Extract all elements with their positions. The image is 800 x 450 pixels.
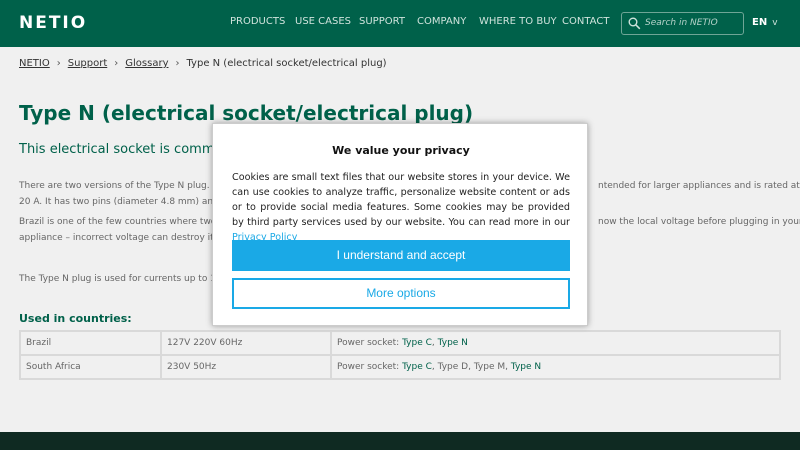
breadcrumb-current: Type N (electrical socket/electrical plu… (186, 58, 387, 69)
breadcrumb-support[interactable]: Support (68, 58, 108, 69)
language-label: EN (752, 17, 768, 28)
paragraph-text: appliance – incorrect voltage can destro… (19, 233, 228, 243)
socket-prefix: Power socket: (337, 338, 403, 348)
paragraph-text: There are two versions of the Type N plu… (19, 181, 226, 191)
type-link[interactable]: Type N (511, 362, 541, 372)
nav-support[interactable]: SUPPORT (359, 16, 405, 27)
accept-button[interactable]: I understand and accept (232, 240, 570, 271)
modal-text: Cookies are small text files that our we… (232, 170, 570, 245)
site-header: NETIO PRODUCTS USE CASES SUPPORT COMPANY… (0, 0, 800, 47)
chevron-down-icon: v (772, 18, 778, 28)
breadcrumb: NETIO › Support › Glossary › Type N (ele… (19, 58, 387, 69)
socket-cell: Power socket: Type C, Type D, Type M, Ty… (330, 354, 781, 380)
country-cell: Brazil (19, 330, 162, 356)
modal-title: We value your privacy (332, 144, 470, 157)
type-sep: , Type D, Type M, (431, 362, 511, 372)
chevron-right-icon: › (175, 58, 180, 69)
nav-contact[interactable]: CONTACT (562, 16, 609, 27)
nav-products[interactable]: PRODUCTS (230, 16, 285, 27)
breadcrumb-glossary[interactable]: Glossary (125, 58, 168, 69)
socket-prefix: Power socket: (337, 362, 403, 372)
modal-body: Cookies are small text files that our we… (232, 172, 570, 228)
nav-company[interactable]: COMPANY (417, 16, 466, 27)
countries-table: Brazil 127V 220V 60Hz Power socket: Type… (19, 330, 781, 380)
page-title: Type N (electrical socket/electrical plu… (19, 101, 474, 125)
type-link[interactable]: Type C (402, 338, 432, 348)
paragraph-text: ntended for larger appliances and is rat… (598, 181, 800, 191)
voltage-cell: 230V 50Hz (160, 354, 332, 380)
paragraph-text: The Type N plug is used for currents up … (19, 274, 225, 284)
netio-logo[interactable]: NETIO (19, 13, 87, 33)
search-placeholder: Search in NETIO (645, 18, 718, 28)
chevron-right-icon: › (56, 58, 61, 69)
nav-where-to-buy[interactable]: WHERE TO BUY (479, 16, 557, 27)
countries-heading: Used in countries: (19, 312, 132, 325)
paragraph-text: now the local voltage before plugging in… (598, 217, 800, 227)
type-link[interactable]: Type N (438, 338, 468, 348)
language-selector[interactable]: EN v (752, 17, 778, 28)
chevron-right-icon: › (114, 58, 119, 69)
table-row: South Africa 230V 50Hz Power socket: Typ… (19, 354, 781, 380)
paragraph-text: 20 A. It has two pins (diameter 4.8 mm) … (19, 197, 233, 207)
paragraph-text: Brazil is one of the few countries where… (19, 217, 230, 227)
privacy-modal: We value your privacy Cookies are small … (212, 123, 588, 326)
voltage-cell: 127V 220V 60Hz (160, 330, 332, 356)
breadcrumb-netio[interactable]: NETIO (19, 58, 50, 69)
search-icon (628, 17, 641, 30)
table-row: Brazil 127V 220V 60Hz Power socket: Type… (19, 330, 781, 356)
type-link[interactable]: Type C (402, 362, 432, 372)
country-cell: South Africa (19, 354, 162, 380)
socket-cell: Power socket: Type C, Type N (330, 330, 781, 356)
nav-use-cases[interactable]: USE CASES (295, 16, 351, 27)
site-footer (0, 432, 800, 450)
search-input[interactable]: Search in NETIO (621, 12, 744, 35)
more-options-button[interactable]: More options (232, 278, 570, 309)
